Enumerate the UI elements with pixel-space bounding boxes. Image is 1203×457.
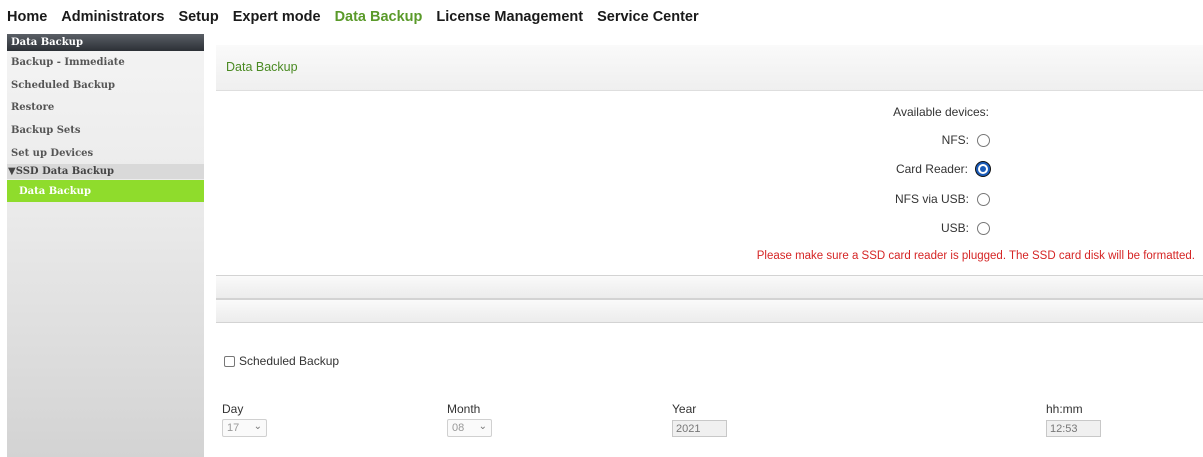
- warning-message: Please make sure a SSD card reader is pl…: [756, 250, 1195, 262]
- nav-setup[interactable]: Setup: [178, 9, 218, 25]
- section-divider-bar: [216, 275, 1203, 299]
- sidebar-item-restore[interactable]: Restore: [7, 96, 204, 119]
- device-option-card-reader[interactable]: Card Reader:: [896, 162, 990, 176]
- top-navigation: Home Administrators Setup Expert mode Da…: [0, 0, 1203, 34]
- day-label: Day: [222, 402, 244, 416]
- time-input[interactable]: 12:53: [1046, 420, 1101, 437]
- nav-administrators[interactable]: Administrators: [61, 9, 164, 25]
- main-content: Data Backup Available devices: NFS: Card…: [216, 34, 1203, 457]
- nav-license-management[interactable]: License Management: [436, 9, 583, 25]
- month-label: Month: [447, 402, 481, 416]
- day-value: 17: [227, 422, 240, 434]
- chevron-down-icon: ⌄: [253, 421, 262, 432]
- panel-title: Data Backup: [226, 60, 298, 74]
- nav-service-center[interactable]: Service Center: [597, 9, 699, 25]
- chevron-down-icon: ⌄: [478, 421, 487, 432]
- device-label-nfs-via-usb: NFS via USB:: [894, 192, 969, 206]
- nav-data-backup[interactable]: Data Backup: [335, 9, 423, 25]
- device-option-nfs-via-usb[interactable]: NFS via USB:: [895, 192, 990, 206]
- year-label: Year: [672, 402, 697, 416]
- section-divider-bar: [216, 299, 1203, 323]
- sidebar-item-scheduled-backup[interactable]: Scheduled Backup: [7, 74, 204, 97]
- scheduled-backup-checkbox[interactable]: [224, 355, 235, 367]
- sidebar-item-backup-immediate[interactable]: Backup - Immediate: [7, 51, 204, 74]
- day-select[interactable]: 17 ⌄: [222, 419, 267, 437]
- panel-header: Data Backup: [216, 45, 1203, 91]
- device-option-nfs[interactable]: NFS:: [942, 133, 990, 147]
- nav-expert-mode[interactable]: Expert mode: [233, 9, 321, 25]
- scheduled-backup-toggle[interactable]: Scheduled Backup: [224, 354, 339, 368]
- scheduled-backup-label: Scheduled Backup: [239, 354, 340, 368]
- sidebar-item-set-up-devices[interactable]: Set up Devices: [7, 142, 204, 165]
- nfs-via-usb-radio[interactable]: [977, 192, 990, 206]
- sidebar-title: Data Backup: [7, 34, 204, 51]
- sidebar-item-backup-sets[interactable]: Backup Sets: [7, 119, 204, 142]
- device-label-card-reader: Card Reader:: [895, 162, 968, 176]
- nav-home[interactable]: Home: [7, 9, 47, 25]
- device-label-nfs: NFS:: [941, 133, 969, 147]
- device-label-usb: USB:: [940, 221, 969, 235]
- device-selection: Available devices: NFS: Card Reader: NFS…: [216, 91, 1203, 275]
- year-input[interactable]: 2021: [672, 420, 727, 437]
- usb-radio[interactable]: [977, 221, 990, 235]
- device-option-usb[interactable]: USB:: [941, 221, 990, 235]
- month-select[interactable]: 08 ⌄: [447, 419, 492, 437]
- sidebar-item-data-backup-active[interactable]: Data Backup: [7, 180, 204, 203]
- sidebar-group-ssd-data-backup[interactable]: ▼SSD Data Backup: [7, 164, 204, 180]
- month-value: 08: [452, 422, 465, 434]
- sidebar: Data Backup Backup - Immediate Scheduled…: [7, 34, 204, 457]
- available-devices-heading: Available devices:: [893, 105, 989, 119]
- nfs-radio[interactable]: [977, 133, 990, 147]
- card-reader-radio[interactable]: [976, 162, 990, 176]
- time-label: hh:mm: [1046, 402, 1083, 416]
